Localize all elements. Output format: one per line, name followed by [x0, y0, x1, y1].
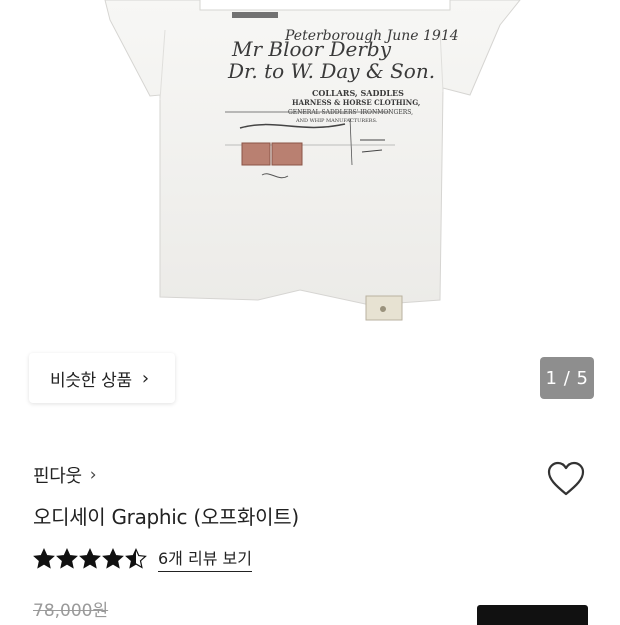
purchase-button[interactable] — [477, 605, 588, 625]
tshirt-illustration: Peterborough June 1914 Mr Bloor Derby Dr… — [104, 0, 521, 321]
similar-products-button[interactable]: 비슷한 상품 › — [29, 353, 175, 403]
rating-row: 6개 리뷰 보기 — [33, 545, 252, 572]
review-link[interactable]: 6개 리뷰 보기 — [158, 545, 252, 572]
original-price: 78,000원 — [33, 601, 109, 621]
print-line-5: HARNESS & HORSE CLOTHING, — [292, 98, 420, 107]
print-line-2: Mr Bloor Derby — [231, 37, 392, 61]
star-icon — [33, 548, 55, 569]
similar-products-label: 비슷한 상품 — [50, 370, 132, 391]
star-rating — [33, 548, 148, 569]
stamp-2 — [271, 142, 303, 166]
brand-link[interactable]: 핀다웃 › — [33, 462, 97, 488]
print-line-6: GENERAL SADDLERS' IRONMONGERS, — [288, 109, 413, 116]
print-line-7: AND WHIP MANUFACTURERS. — [295, 118, 378, 124]
product-image[interactable]: Peterborough June 1914 Mr Bloor Derby Dr… — [0, 0, 620, 340]
print-line-4: COLLARS, SADDLES — [312, 88, 404, 98]
star-icon — [56, 548, 78, 569]
chevron-right-icon: › — [89, 465, 97, 485]
gallery-counter-text: 1 / 5 — [545, 367, 589, 389]
brand-name: 핀다웃 — [33, 466, 82, 487]
product-title: 오디세이 Graphic (오프화이트) — [33, 505, 299, 529]
stamp-1 — [241, 142, 271, 166]
star-icon — [125, 548, 147, 569]
gallery-counter: 1 / 5 — [540, 357, 594, 399]
star-icon — [79, 548, 101, 569]
print-line-3: Dr. to W. Day & Son. — [227, 59, 435, 83]
chevron-right-icon: › — [141, 367, 149, 389]
heart-icon[interactable] — [547, 461, 585, 497]
star-icon — [102, 548, 124, 569]
